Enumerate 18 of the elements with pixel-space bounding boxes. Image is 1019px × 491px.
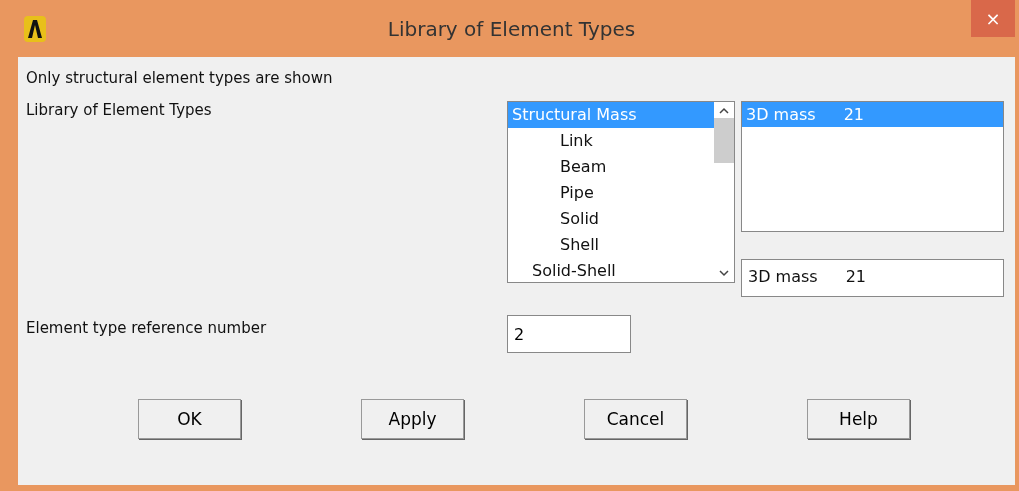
list-item[interactable]: Shell (508, 232, 714, 258)
window-title: Library of Element Types (386, 16, 637, 41)
selected-type-field[interactable]: 3D mass 21 (741, 259, 1004, 297)
dialog-button[interactable]: Cancel (584, 399, 687, 439)
app-logo-icon (24, 15, 46, 42)
library-label: Library of Element Types (26, 101, 213, 121)
info-text: Only structural element types are shown (26, 69, 334, 89)
list-item[interactable]: Solid (508, 206, 714, 232)
reference-label: Element type reference number (26, 319, 268, 337)
list-item[interactable]: Link (508, 128, 714, 154)
dialog-button[interactable]: OK (138, 399, 241, 439)
category-list[interactable]: Structural Mass Link Beam Pipe Solid Shell Solid-Shell (507, 101, 735, 283)
list-item[interactable]: Beam (508, 154, 714, 180)
dialog-button[interactable]: Help (807, 399, 910, 439)
list-item[interactable]: Pipe (508, 180, 714, 206)
reference-number-field[interactable]: 2 (507, 315, 631, 353)
dialog-button[interactable]: Apply (361, 399, 464, 439)
list-item[interactable]: Solid-Shell (508, 258, 714, 282)
